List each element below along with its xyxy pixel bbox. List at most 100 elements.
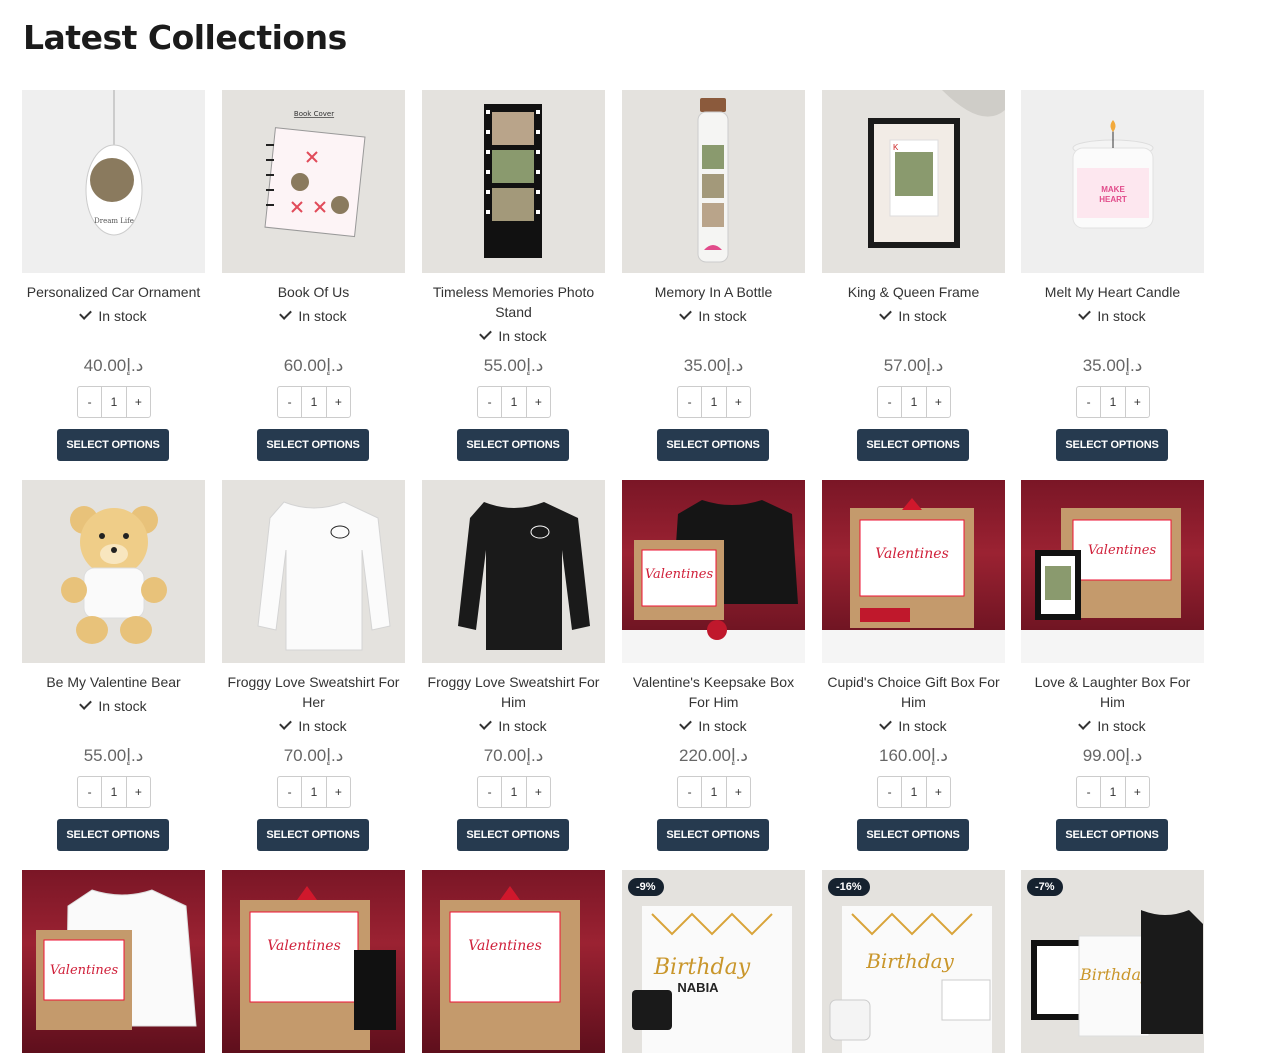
qty-minus-button[interactable]: - [478,777,501,807]
select-options-button[interactable]: SELECT OPTIONS [457,429,569,461]
qty-input[interactable]: 1 [501,387,527,417]
product-image-photo-stand[interactable] [422,90,605,273]
qty-plus-button[interactable]: + [327,387,350,417]
product-image-book-of-us[interactable]: Book Cover [222,90,405,273]
qty-minus-button[interactable]: - [678,387,701,417]
qty-input[interactable]: 1 [701,777,727,807]
product-card: Valentines Valentine's Keepsake Box For … [622,480,805,851]
qty-plus-button[interactable]: + [927,387,950,417]
svg-text:MAKE: MAKE [1101,185,1125,194]
select-options-button[interactable]: SELECT OPTIONS [857,429,969,461]
product-image-sweatshirt-him[interactable] [422,480,605,663]
product-card: Valentines [22,870,205,1053]
product-name[interactable]: Be My Valentine Bear [22,672,205,692]
product-name[interactable]: Froggy Love Sweatshirt For Him [422,672,605,712]
svg-text:Dream Life: Dream Life [94,217,134,225]
qty-input[interactable]: 1 [1100,387,1126,417]
product-name[interactable]: Valentine's Keepsake Box For Him [622,672,805,712]
product-image[interactable]: Valentines [422,870,605,1053]
product-image-car-ornament[interactable]: Dream Life [22,90,205,273]
product-image[interactable]: Birthday -16% [822,870,1005,1053]
select-options-button[interactable]: SELECT OPTIONS [57,429,169,461]
discount-badge: -16% [828,878,870,896]
check-icon [279,717,293,730]
select-options-button[interactable]: SELECT OPTIONS [657,429,769,461]
product-image-heart-candle[interactable]: MAKE HEART [1021,90,1204,273]
qty-minus-button[interactable]: - [678,777,701,807]
qty-plus-button[interactable]: + [927,777,950,807]
check-icon [479,327,493,340]
qty-minus-button[interactable]: - [278,387,301,417]
section-title: Latest Collections [23,18,347,57]
product-image[interactable]: Valentines [222,870,405,1053]
qty-plus-button[interactable]: + [527,387,550,417]
qty-input[interactable]: 1 [901,387,927,417]
qty-plus-button[interactable]: + [727,387,750,417]
qty-plus-button[interactable]: + [1126,777,1149,807]
product-name[interactable]: Love & Laughter Box For Him [1021,672,1204,712]
qty-minus-button[interactable]: - [1077,387,1100,417]
qty-plus-button[interactable]: + [327,777,350,807]
product-image[interactable]: Valentines [22,870,205,1053]
product-image-king-queen-frame[interactable]: K [822,90,1005,273]
product-image-sweatshirt-her[interactable] [222,480,405,663]
product-name[interactable]: Froggy Love Sweatshirt For Her [222,672,405,712]
quantity-stepper: -1 + [677,386,751,418]
select-options-button[interactable]: SELECT OPTIONS [257,819,369,851]
product-card: Be My Valentine Bear In stock 55.00د.إ -… [22,480,205,851]
select-options-button[interactable]: SELECT OPTIONS [1056,819,1168,851]
qty-minus-button[interactable]: - [78,387,101,417]
product-name[interactable]: Melt My Heart Candle [1021,282,1204,302]
qty-input[interactable]: 1 [301,777,327,807]
product-price: 55.00د.إ [483,356,544,375]
qty-plus-button[interactable]: + [527,777,550,807]
qty-minus-button[interactable]: - [1077,777,1100,807]
qty-minus-button[interactable]: - [278,777,301,807]
select-options-button[interactable]: SELECT OPTIONS [257,429,369,461]
qty-plus-button[interactable]: + [1126,387,1149,417]
product-price: 40.00د.إ [83,356,144,375]
product-name[interactable]: King & Queen Frame [822,282,1005,302]
product-image[interactable]: Birthday NABIA -9% [622,870,805,1053]
qty-input[interactable]: 1 [101,777,127,807]
product-image-love-laughter-box[interactable]: Valentines [1021,480,1204,663]
qty-minus-button[interactable]: - [878,777,901,807]
select-options-button[interactable]: SELECT OPTIONS [657,819,769,851]
qty-input[interactable]: 1 [1100,777,1126,807]
select-options-button[interactable]: SELECT OPTIONS [457,819,569,851]
product-name[interactable]: Book Of Us [222,282,405,302]
qty-plus-button[interactable]: + [127,387,150,417]
stock-status: In stock [622,717,805,734]
product-grid: Dream Life Personalized Car Ornament In … [22,90,1222,1053]
qty-input[interactable]: 1 [701,387,727,417]
qty-minus-button[interactable]: - [878,387,901,417]
qty-input[interactable]: 1 [901,777,927,807]
select-options-button[interactable]: SELECT OPTIONS [1056,429,1168,461]
qty-plus-button[interactable]: + [127,777,150,807]
qty-input[interactable]: 1 [301,387,327,417]
select-options-button[interactable]: SELECT OPTIONS [57,819,169,851]
stock-status: In stock [222,307,405,324]
product-name[interactable]: Memory In A Bottle [622,282,805,302]
stock-status: In stock [1021,717,1204,734]
stock-status: In stock [22,307,205,324]
qty-minus-button[interactable]: - [78,777,101,807]
qty-plus-button[interactable]: + [727,777,750,807]
product-image-valentine-bear[interactable] [22,480,205,663]
stock-status: In stock [422,717,605,734]
svg-text:Birthday: Birthday [865,949,954,973]
qty-input[interactable]: 1 [101,387,127,417]
svg-text:Valentines: Valentines [267,938,341,954]
product-image-memory-bottle[interactable] [622,90,805,273]
select-options-button[interactable]: SELECT OPTIONS [857,819,969,851]
quantity-stepper: -1 + [477,386,551,418]
product-image-keepsake-box[interactable]: Valentines [622,480,805,663]
product-name[interactable]: Personalized Car Ornament [22,282,205,302]
product-image-cupids-choice-box[interactable]: Valentines [822,480,1005,663]
product-price: 35.00د.إ [683,356,744,375]
qty-input[interactable]: 1 [501,777,527,807]
product-name[interactable]: Timeless Memories Photo Stand [422,282,605,322]
qty-minus-button[interactable]: - [478,387,501,417]
product-name[interactable]: Cupid's Choice Gift Box For Him [822,672,1005,712]
product-image[interactable]: Birthday -7% [1021,870,1204,1053]
